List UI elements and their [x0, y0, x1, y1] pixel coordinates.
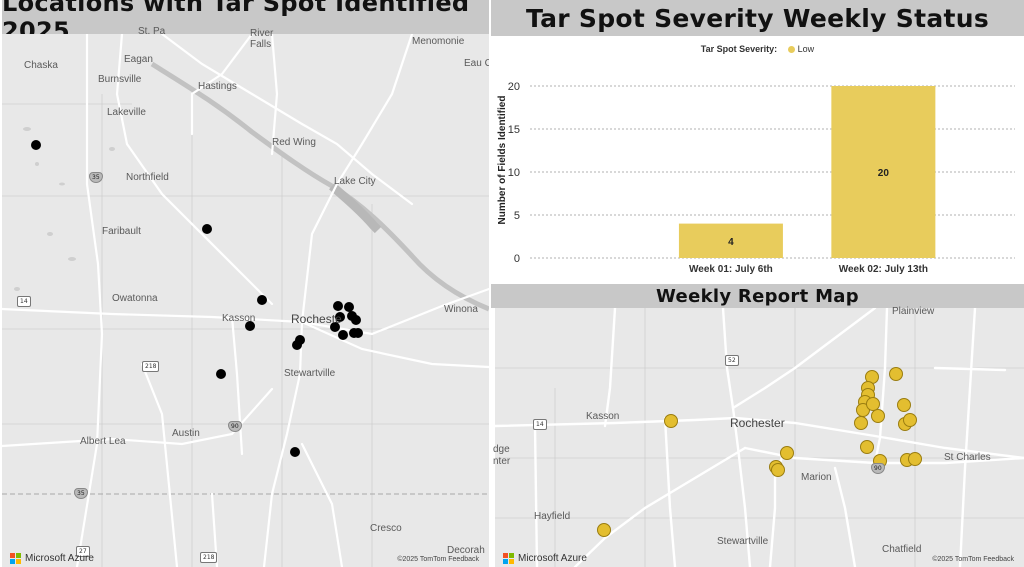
tar-spot-location-marker[interactable] [333, 301, 343, 311]
map-label-kasson: Kasson [222, 313, 256, 324]
map-label-eau-claire: Eau C [464, 58, 489, 69]
tar-spot-location-marker[interactable] [290, 447, 300, 457]
weekly-report-map[interactable]: Plainview Kasson Rochester St Charles Ma… [493, 306, 1024, 567]
x-tick-label: Week 02: July 13th [839, 264, 928, 275]
map-label-lake-city: Lake City [334, 176, 376, 187]
azure-label-detail: Microsoft Azure [518, 553, 587, 564]
map-label-st-charles: St Charles [944, 452, 991, 463]
map-label-burnsville: Burnsville [98, 74, 142, 85]
azure-attribution[interactable]: Microsoft Azure [10, 553, 94, 564]
us14-shield: 14 [17, 296, 31, 307]
y-tick-label: 15 [508, 124, 520, 136]
map-label-plainview: Plainview [892, 306, 935, 317]
us218-shield-south: 218 [200, 552, 218, 563]
tar-spot-location-marker[interactable] [295, 335, 305, 345]
tar-spot-location-marker[interactable] [351, 315, 361, 325]
map-label-austin: Austin [172, 428, 200, 439]
tar-spot-location-marker[interactable] [353, 328, 363, 338]
weekly-report-marker[interactable] [860, 440, 874, 454]
severity-bar-chart: 05101520Number of Fields Identified4Week… [497, 81, 1015, 275]
locations-markers [31, 140, 363, 457]
locations-map[interactable]: St. Pa Chaska Eagan Burnsville Lakeville… [2, 26, 489, 567]
map-label-decorah: Decorah [447, 545, 485, 556]
map-label-hayfield: Hayfield [534, 511, 571, 522]
map-label-hastings: Hastings [198, 81, 237, 92]
tar-spot-location-marker[interactable] [338, 330, 348, 340]
y-axis-label: Number of Fields Identified [497, 96, 508, 225]
microsoft-logo-icon [10, 553, 21, 564]
weekly-report-marker[interactable] [903, 413, 917, 427]
weekly-map-basemap [495, 308, 1024, 567]
map-label-chaska: Chaska [24, 60, 58, 71]
weekly-report-marker[interactable] [897, 398, 911, 412]
tar-spot-location-marker[interactable] [216, 369, 226, 379]
weekly-report-marker[interactable] [597, 523, 611, 537]
y-tick-label: 0 [514, 253, 520, 265]
tar-spot-location-marker[interactable] [257, 295, 267, 305]
map-label-albert-lea: Albert Lea [80, 436, 126, 447]
map-label-menomonie: Menomonie [412, 36, 465, 47]
azure-label: Microsoft Azure [25, 553, 94, 564]
weekly-report-marker[interactable] [866, 397, 880, 411]
tar-spot-location-marker[interactable] [202, 224, 212, 234]
weekly-report-marker[interactable] [854, 416, 868, 430]
bar-data-label: 20 [878, 168, 890, 179]
map-label-red-wing: Red Wing [272, 137, 316, 148]
us52-shield: 52 [725, 355, 739, 366]
map-label-dodge-center-bottom: nter [493, 456, 511, 467]
map-label-rochester: Rocheste [291, 312, 342, 326]
x-tick-label: Week 01: July 6th [689, 264, 773, 275]
map-label-dodge-center-top: dge [493, 444, 510, 455]
map-label-cresco: Cresco [370, 523, 402, 534]
weekly-report-marker[interactable] [771, 463, 785, 477]
microsoft-logo-icon [503, 553, 514, 564]
map-label-lakeville: Lakeville [107, 107, 146, 118]
weekly-report-title: Weekly Report Map [491, 284, 1024, 308]
y-tick-label: 5 [514, 210, 520, 222]
severity-chart-panel: Tar Spot Severity Weekly Status Tar Spot… [491, 0, 1024, 283]
map-copyright[interactable]: ©2025 TomTom Feedback [397, 556, 479, 563]
weekly-report-marker[interactable] [664, 414, 678, 428]
weekly-report-marker[interactable] [908, 452, 922, 466]
us218-shield-north: 218 [142, 361, 160, 372]
map-label-chatfield: Chatfield [882, 544, 922, 555]
map-label-winona: Winona [444, 304, 478, 315]
locations-map-basemap [2, 34, 489, 567]
weekly-report-panel: Weekly Report Map Plainview Kasson Roche… [491, 284, 1024, 567]
map-label-river-falls: River Falls [250, 28, 274, 50]
y-tick-label: 20 [508, 81, 520, 93]
bar-data-label: 4 [728, 237, 734, 248]
map-label-marion: Marion [801, 472, 832, 483]
weekly-report-marker[interactable] [871, 409, 885, 423]
map-label-st-paul: St. Pa [138, 26, 166, 37]
y-tick-label: 10 [508, 167, 520, 179]
weekly-report-marker[interactable] [780, 446, 794, 460]
tar-spot-location-marker[interactable] [31, 140, 41, 150]
map-label-faribault: Faribault [102, 226, 141, 237]
map-label-rochester-detail: Rochester [730, 416, 785, 430]
map-label-northfield: Northfield [126, 172, 169, 183]
map-label-owatonna: Owatonna [112, 293, 158, 304]
map-label-stewartville-detail: Stewartville [717, 536, 769, 547]
azure-attribution-detail[interactable]: Microsoft Azure [503, 553, 587, 564]
locations-title: Locations with Tar Spot Identified 2025 [2, 0, 489, 45]
locations-panel: Locations with Tar Spot Identified 2025 [2, 0, 489, 567]
us14-shield-detail: 14 [533, 419, 547, 430]
map-label-stewartville: Stewartville [284, 368, 336, 379]
weekly-report-marker[interactable] [889, 367, 903, 381]
map-copyright-detail[interactable]: ©2025 TomTom Feedback [932, 556, 1014, 563]
tar-spot-location-marker[interactable] [344, 302, 354, 312]
map-label-eagan: Eagan [124, 54, 153, 65]
map-label-kasson-detail: Kasson [586, 411, 620, 422]
